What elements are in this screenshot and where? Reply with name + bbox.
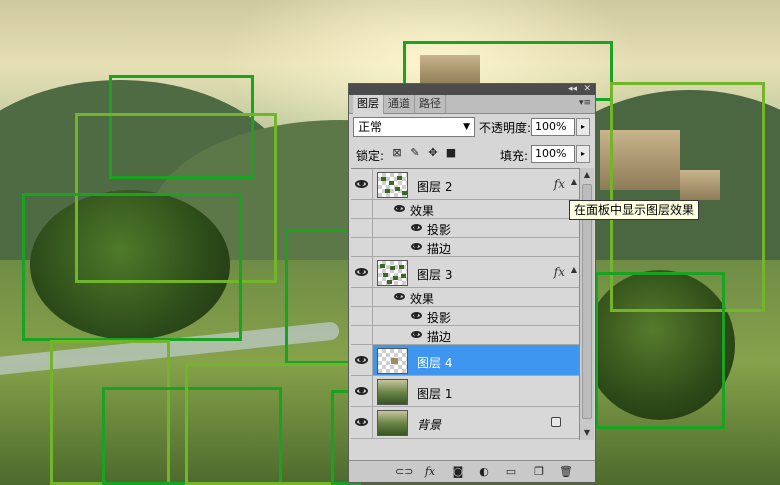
visibility-eye-icon[interactable] [355, 387, 368, 395]
mask-icon[interactable]: ◙ [451, 465, 465, 478]
lock-icon [551, 417, 561, 427]
lock-all-icon[interactable]: ■ [445, 147, 457, 159]
effect-drop-shadow: 投影 [427, 223, 452, 237]
visibility-eye-icon[interactable] [355, 180, 368, 188]
chevron-down-icon: ▼ [463, 122, 470, 132]
effects-row[interactable]: 效果 [351, 200, 579, 219]
close-icon[interactable]: ✕ [583, 84, 591, 95]
layers-toolbar: ⊂⊃ fx ◙ ◐ ▭ ❐ 🗑 [349, 460, 595, 482]
layer-name[interactable]: 背景 [417, 416, 441, 433]
scroll-down-icon[interactable]: ▼ [580, 426, 594, 440]
collapse-panel-icon[interactable]: ◂◂ [568, 84, 577, 95]
adjustment-icon[interactable]: ◐ [477, 465, 491, 478]
group-folder-icon[interactable]: ▭ [504, 465, 518, 478]
lock-transparent-pixels-icon[interactable]: ⊠ [391, 147, 403, 159]
layer-row[interactable]: 图层 1 [351, 376, 579, 407]
blend-mode-value: 正常 [358, 120, 383, 134]
link-icon[interactable]: ⊂⊃ [395, 465, 413, 478]
opacity-input[interactable]: 100% [531, 118, 575, 136]
layer-row[interactable]: 图层 3 fx ▲ [351, 257, 579, 288]
collapse-effects-icon[interactable]: ▲ [571, 265, 577, 274]
panel-titlebar[interactable]: ◂◂ ✕ [349, 84, 595, 95]
layers-panel: ◂◂ ✕ 图层 通道 路径 ▾≡ 正常 ▼ 不透明度: 100% ▸ 锁定: ⊠… [348, 83, 596, 483]
fill-slider-button[interactable]: ▸ [576, 145, 590, 163]
effect-row[interactable]: 描边 [351, 326, 579, 345]
layer-thumbnail [377, 379, 408, 405]
effect-row[interactable]: 描边 [351, 238, 579, 257]
panel-menu-icon[interactable]: ▾≡ [579, 98, 591, 108]
layer-name[interactable]: 图层 4 [417, 354, 452, 371]
layer-row[interactable]: 背景 [351, 407, 579, 439]
layer-thumbnail [377, 260, 408, 286]
visibility-eye-icon[interactable] [394, 205, 405, 212]
fill-input[interactable]: 100% [531, 145, 575, 163]
visibility-eye-icon[interactable] [355, 356, 368, 364]
layer-row-selected[interactable]: 图层 4 [351, 345, 579, 376]
lock-image-pixels-icon[interactable]: ✎ [409, 147, 421, 159]
effect-row[interactable]: 投影 [351, 307, 579, 326]
lock-label: 锁定: [356, 149, 385, 163]
tab-channels[interactable]: 通道 [384, 95, 415, 114]
effects-label: 效果 [410, 204, 435, 218]
layer-row[interactable]: 图层 2 fx ▲ [351, 169, 579, 200]
fx-icon[interactable]: fx [554, 177, 565, 191]
effect-stroke: 描边 [427, 330, 452, 344]
layer-thumbnail [377, 172, 408, 198]
trash-icon[interactable]: 🗑 [559, 465, 573, 478]
layer-name[interactable]: 图层 3 [417, 266, 452, 283]
layer-name[interactable]: 图层 2 [417, 178, 452, 195]
layer-name[interactable]: 图层 1 [417, 385, 452, 402]
tab-layers[interactable]: 图层 [353, 95, 384, 114]
photo-frame [185, 363, 355, 485]
visibility-eye-icon[interactable] [355, 418, 368, 426]
photo-frame [595, 272, 725, 429]
fx-icon[interactable]: fx [554, 265, 565, 279]
visibility-eye-icon[interactable] [411, 243, 422, 250]
visibility-eye-icon[interactable] [411, 331, 422, 338]
new-layer-icon[interactable]: ❐ [532, 465, 546, 478]
collapse-effects-icon[interactable]: ▲ [571, 177, 577, 186]
effects-row[interactable]: 效果 [351, 288, 579, 307]
visibility-eye-icon[interactable] [411, 312, 422, 319]
fill-label: 填充: [500, 149, 529, 163]
visibility-eye-icon[interactable] [355, 268, 368, 276]
effect-drop-shadow: 投影 [427, 311, 452, 325]
visibility-eye-icon[interactable] [411, 224, 422, 231]
layer-thumbnail [377, 410, 408, 436]
visibility-eye-icon[interactable] [394, 293, 405, 300]
tooltip: 在面板中显示图层效果 [569, 200, 700, 220]
layers-list: 图层 2 fx ▲ 效果 投影 描边 图层 3 fx ▲ 效果 投影 描边 图层… [351, 168, 579, 440]
layer-thumbnail [377, 348, 408, 374]
opacity-label: 不透明度: [479, 121, 532, 135]
photo-frame [22, 193, 242, 341]
opacity-slider-button[interactable]: ▸ [576, 118, 590, 136]
fx-icon[interactable]: fx [423, 465, 437, 478]
blend-mode-select[interactable]: 正常 ▼ [353, 117, 475, 137]
effect-row[interactable]: 投影 [351, 219, 579, 238]
scroll-up-icon[interactable]: ▲ [580, 168, 594, 182]
effects-label: 效果 [410, 292, 435, 306]
panel-tabs: 图层 通道 路径 ▾≡ [349, 95, 595, 114]
lock-position-icon[interactable]: ✥ [427, 147, 439, 159]
tab-paths[interactable]: 路径 [415, 95, 446, 114]
effect-stroke: 描边 [427, 242, 452, 256]
